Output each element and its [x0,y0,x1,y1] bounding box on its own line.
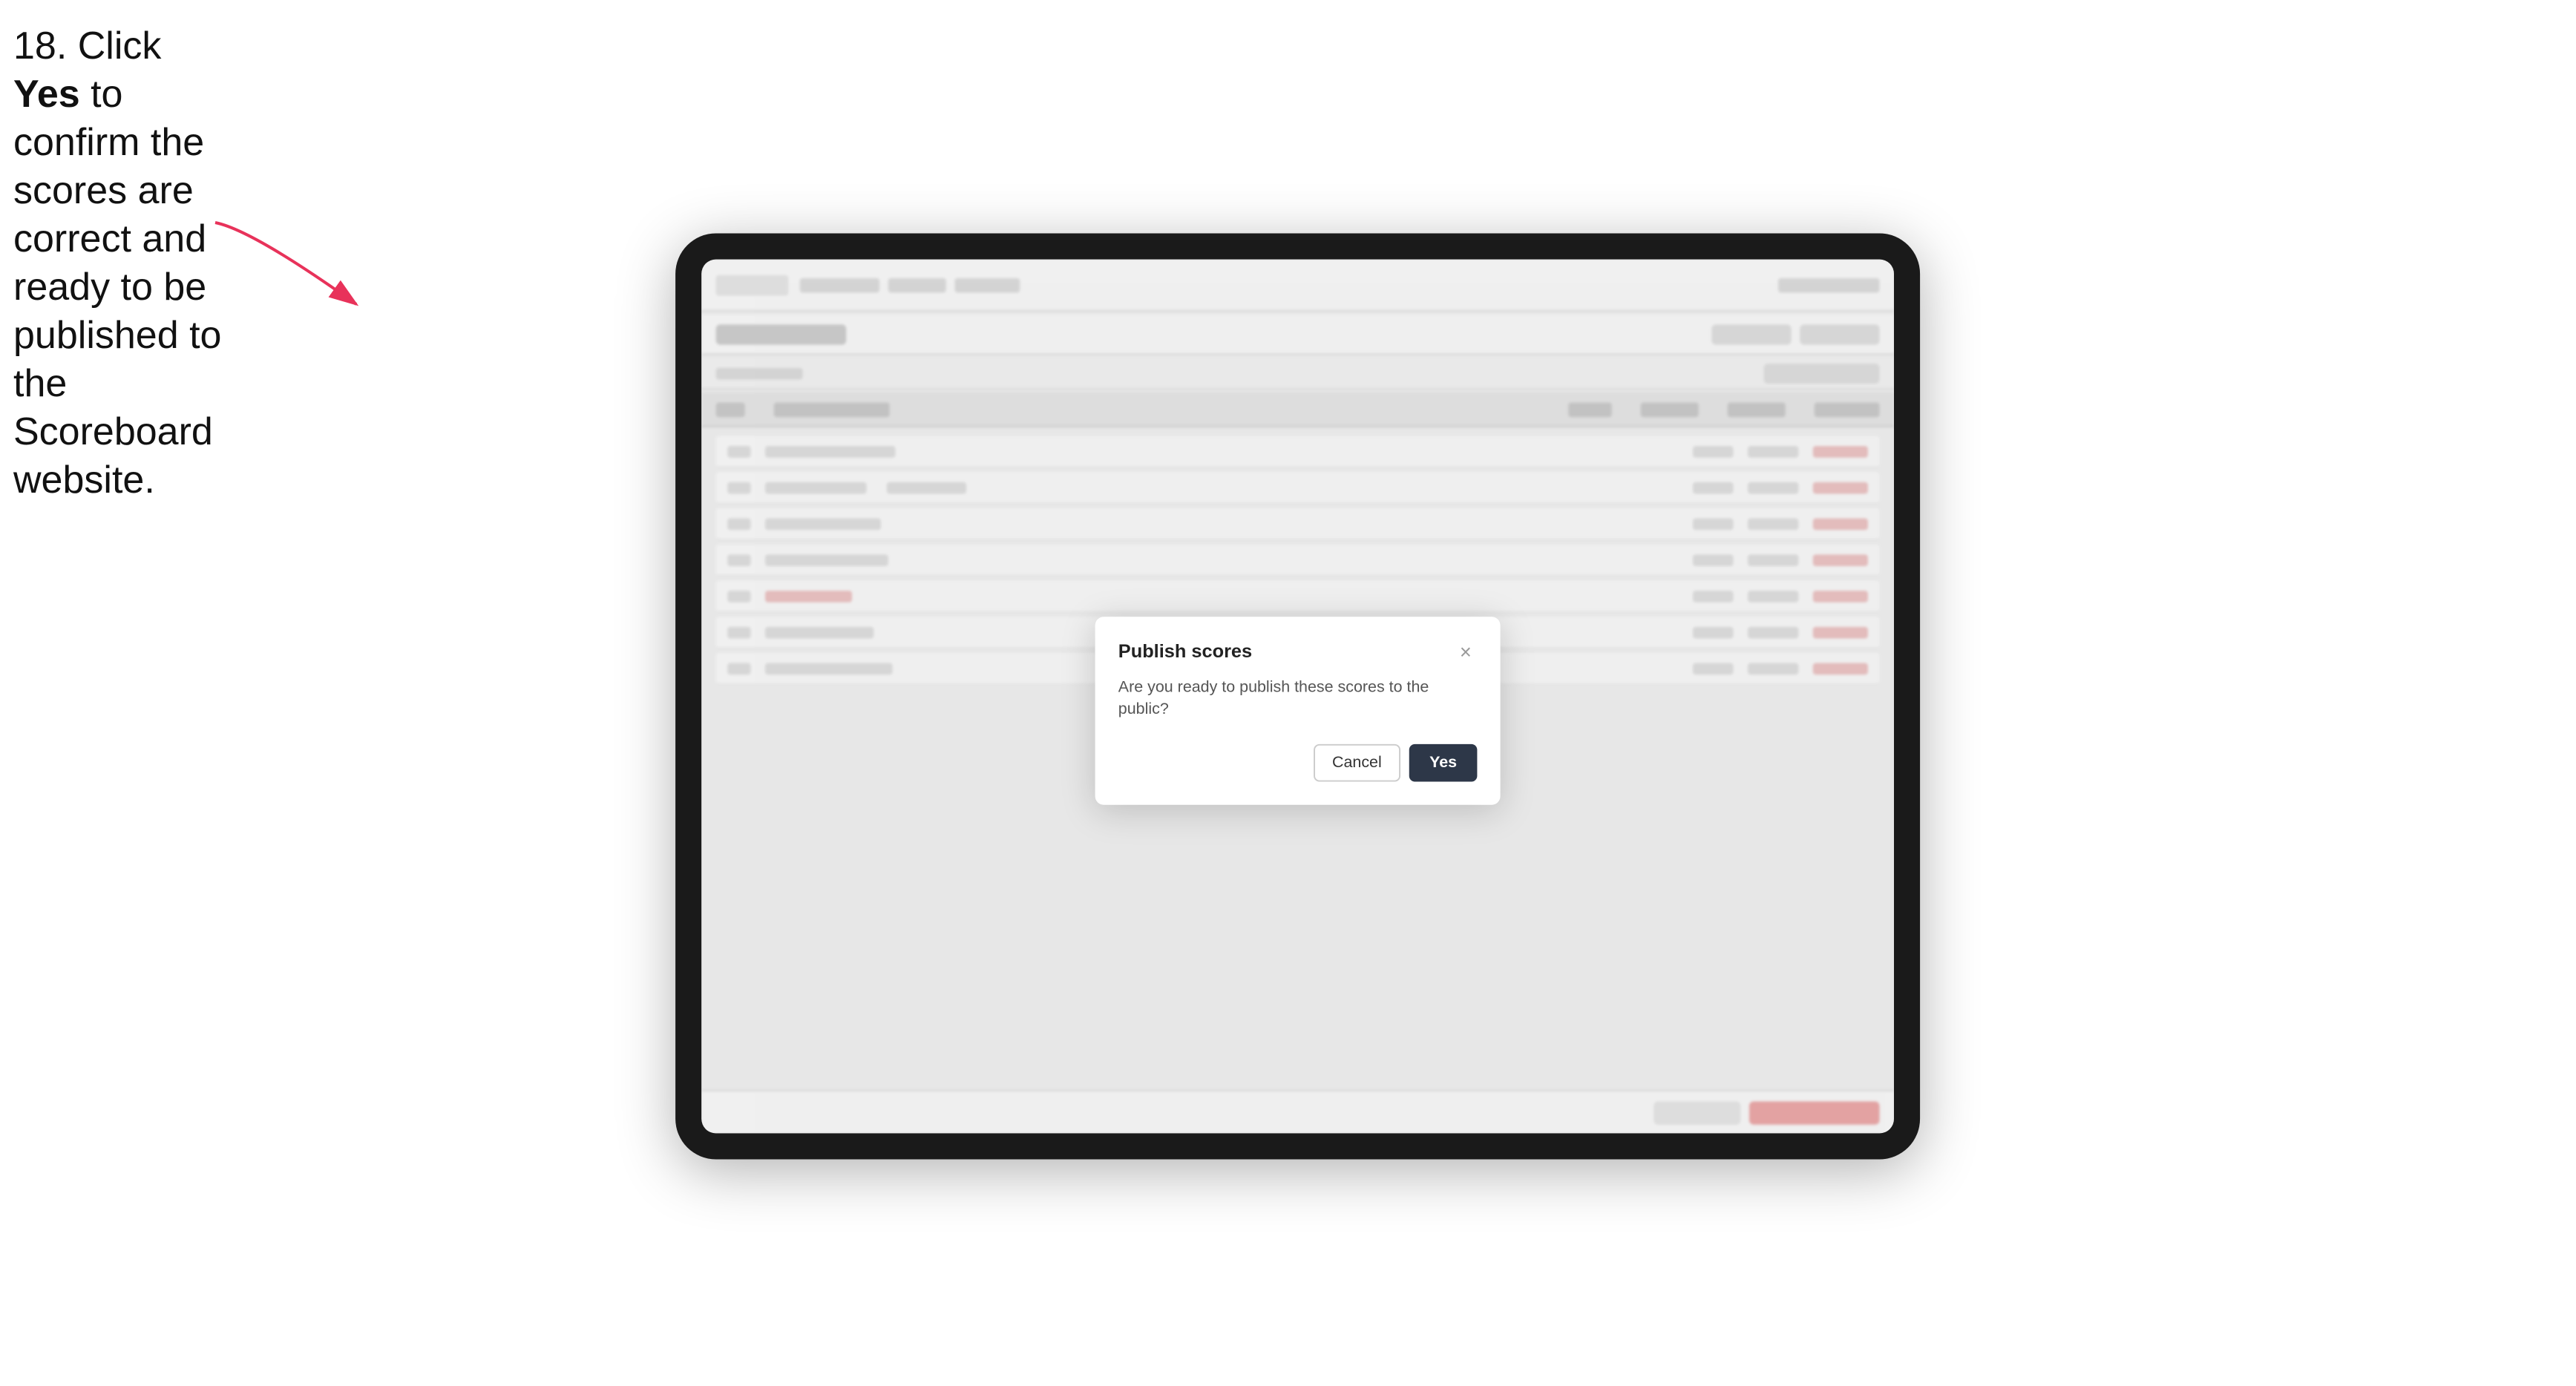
text-after: to confirm the scores are correct and re… [13,73,221,502]
yes-button[interactable]: Yes [1409,745,1478,783]
dialog-overlay: Publish scores × Are you ready to publis… [701,260,1894,1134]
dialog-header: Publish scores × [1118,640,1478,663]
tablet-device: Publish scores × Are you ready to publis… [675,234,1920,1160]
publish-scores-dialog: Publish scores × Are you ready to publis… [1095,616,1501,805]
close-icon[interactable]: × [1454,640,1477,663]
tablet-screen: Publish scores × Are you ready to publis… [701,260,1894,1134]
cancel-button[interactable]: Cancel [1314,745,1400,783]
instruction-text: 18. Click Yes to confirm the scores are … [13,22,229,505]
bold-word: Yes [13,73,80,116]
text-before-bold: Click [67,24,161,68]
arrow-indicator [208,215,445,326]
step-number: 18. [13,24,67,68]
dialog-body-text: Are you ready to publish these scores to… [1118,677,1478,721]
dialog-action-buttons: Cancel Yes [1118,745,1478,783]
dialog-title: Publish scores [1118,640,1252,662]
